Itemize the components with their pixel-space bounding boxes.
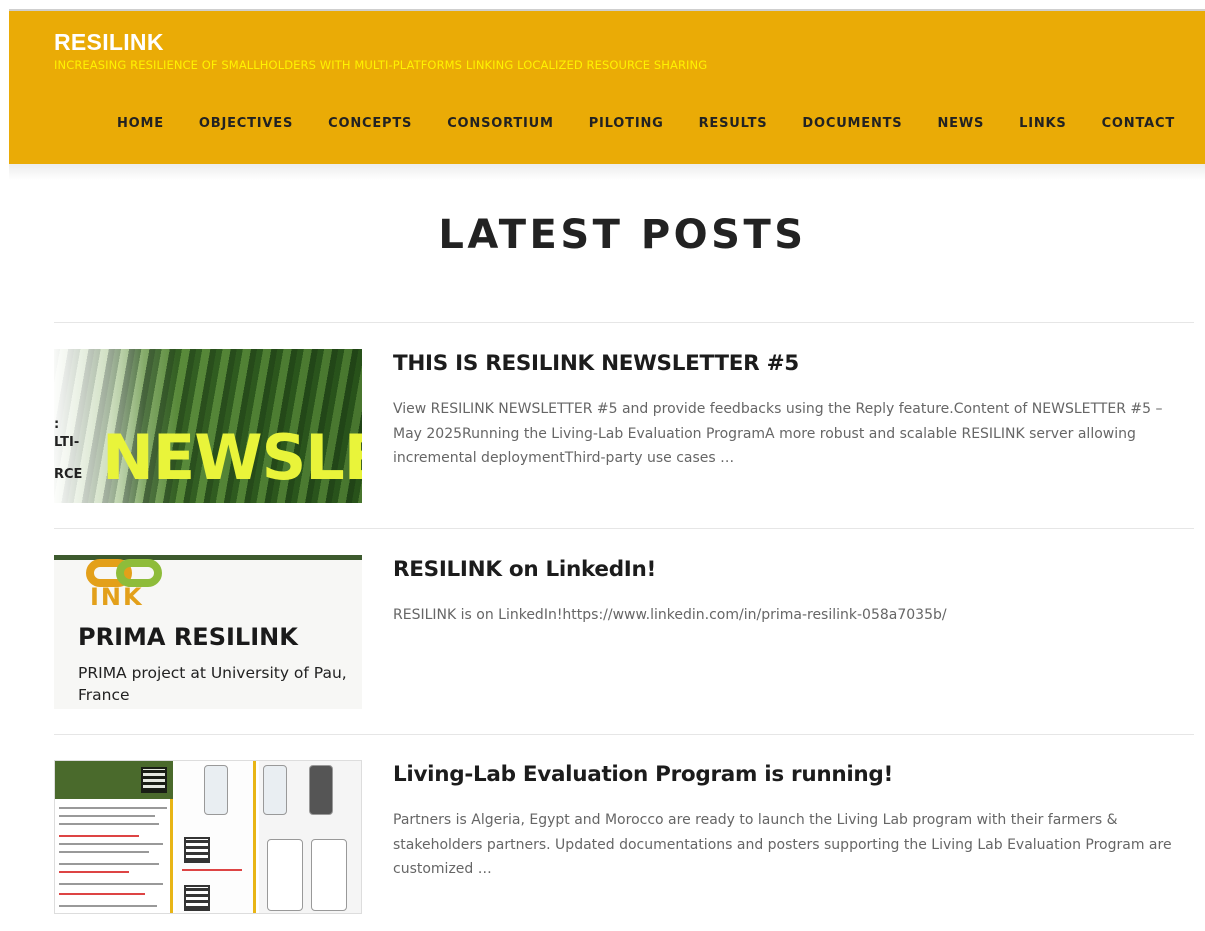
nav-news[interactable]: NEWS: [937, 116, 984, 131]
poster-text-line: [59, 905, 157, 907]
post-title[interactable]: THIS IS RESILINK NEWSLETTER #5: [393, 351, 799, 376]
poster-text-line: [182, 869, 242, 871]
nav-contact[interactable]: CONTACT: [1102, 116, 1175, 131]
poster-text-line: [59, 807, 167, 809]
thumbnail-text: :: [54, 417, 60, 432]
poster-text-line: [59, 871, 129, 873]
thumbnail-name: PRIMA RESILINK: [78, 623, 298, 651]
poster-text-line: [59, 823, 159, 825]
post-item: INK PRIMA RESILINK PRIMA project at Univ…: [54, 555, 1194, 709]
page-title: LATEST POSTS: [438, 212, 807, 258]
nav-links[interactable]: LINKS: [1019, 116, 1066, 131]
post-excerpt: Partners is Algeria, Egypt and Morocco a…: [393, 812, 1172, 877]
post-divider: [54, 528, 1194, 529]
header-shadow: [9, 164, 1205, 180]
phone-screenshot: [267, 839, 303, 911]
poster-text-line: [59, 883, 163, 885]
nav-home[interactable]: HOME: [117, 116, 164, 131]
post-thumbnail[interactable]: [54, 760, 362, 914]
poster-column: [259, 761, 361, 913]
poster-text-line: [59, 815, 155, 817]
poster-text-line: [59, 835, 139, 837]
phone-screenshot: [309, 765, 333, 815]
main-nav: HOME OBJECTIVES CONCEPTS CONSORTIUM PILO…: [82, 116, 1175, 131]
post-title[interactable]: RESILINK on LinkedIn!: [393, 557, 656, 582]
phone-screenshot: [311, 839, 347, 911]
phone-screenshot: [263, 765, 287, 815]
poster-text-line: [59, 863, 159, 865]
nav-results[interactable]: RESULTS: [699, 116, 768, 131]
nav-documents[interactable]: DOCUMENTS: [802, 116, 902, 131]
site-tagline: INCREASING RESILIENCE OF SMALLHOLDERS WI…: [54, 58, 708, 72]
nav-objectives[interactable]: OBJECTIVES: [199, 116, 293, 131]
post-excerpt: View RESILINK NEWSLETTER #5 and provide …: [393, 401, 1163, 466]
post-divider: [54, 734, 1194, 735]
post-item: Living-Lab Evaluation Program is running…: [54, 760, 1194, 914]
post-divider: [54, 322, 1194, 323]
site-title[interactable]: RESILINK: [54, 29, 164, 56]
phone-screenshot: [204, 765, 228, 815]
poster-text-line: [59, 851, 149, 853]
site-header: RESILINK INCREASING RESILIENCE OF SMALLH…: [9, 11, 1205, 164]
nav-consortium[interactable]: CONSORTIUM: [447, 116, 554, 131]
poster-column: [55, 761, 173, 913]
thumbnail-text: RCE: [54, 467, 83, 482]
nav-concepts[interactable]: CONCEPTS: [328, 116, 412, 131]
post-title[interactable]: Living-Lab Evaluation Program is running…: [393, 762, 893, 787]
post-thumbnail[interactable]: INK PRIMA RESILINK PRIMA project at Univ…: [54, 555, 362, 709]
thumbnail-description: PRIMA project at University of Pau, Fran…: [78, 664, 347, 704]
qr-code-icon: [184, 837, 210, 863]
qr-code-icon: [141, 767, 167, 793]
post-thumbnail[interactable]: : LTI- RCE NEWSLET: [54, 349, 362, 503]
thumbnail-headline: NEWSLET: [102, 421, 362, 494]
poster-column: [176, 761, 256, 913]
nav-piloting[interactable]: PILOTING: [589, 116, 664, 131]
post-excerpt: RESILINK is on LinkedIn!https://www.link…: [393, 607, 947, 623]
thumbnail-text: LTI-: [54, 435, 80, 450]
poster-text-line: [59, 843, 163, 845]
qr-code-icon: [184, 885, 210, 911]
poster-text-line: [59, 893, 145, 895]
post-item: : LTI- RCE NEWSLET THIS IS RESILINK NEWS…: [54, 349, 1194, 503]
thumbnail-logo-text: INK: [90, 583, 144, 611]
